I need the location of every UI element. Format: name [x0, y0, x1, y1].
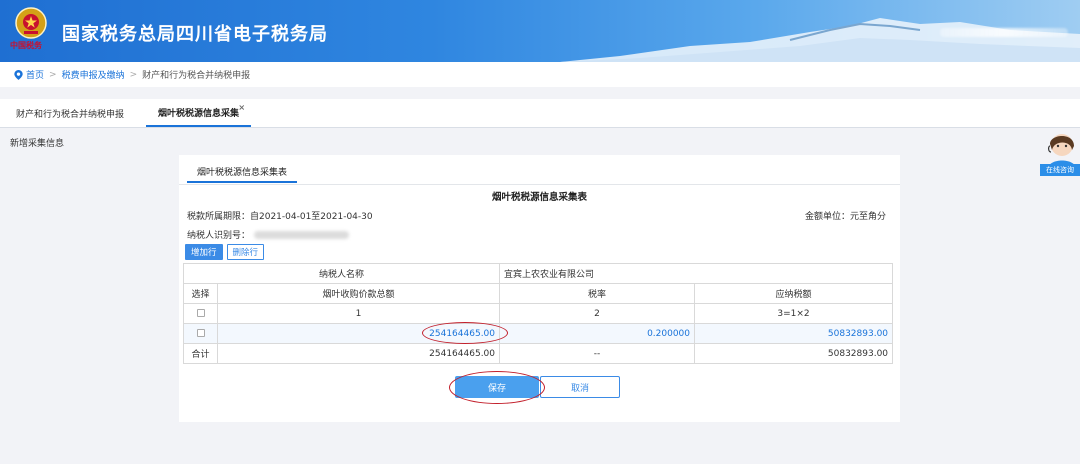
taxpayer-name-label: 纳税人名称	[182, 263, 501, 284]
total-amount: 254164465.00	[216, 343, 501, 364]
site-header: 中国税务 国家税务总局四川省电子税务局	[0, 0, 1080, 62]
total-label: 合计	[183, 343, 218, 364]
taxpayer-id-row: 纳税人识别号：	[187, 228, 350, 241]
form-title: 烟叶税税源信息采集表	[491, 192, 587, 203]
emblem-caption: 中国税务	[10, 40, 42, 50]
tax-payable-value: 50832893.00	[694, 323, 894, 344]
breadcrumb: 首页 > 税费申报及缴纳 > 财产和行为税合并纳税申报	[0, 62, 1080, 87]
cancel-button[interactable]: 取消	[540, 376, 620, 398]
tab-tobacco-tax-collection[interactable]: 烟叶税税源信息采集 ×	[146, 99, 252, 127]
total-rate: --	[499, 343, 696, 364]
index-row: 1 2 3=1×2	[183, 303, 894, 324]
form-panel: 烟叶税税源信息采集表 烟叶税税源信息采集表 税款所属期限：自2021-04-01…	[179, 155, 900, 422]
amount-unit: 金额单位：元至角分	[804, 212, 886, 222]
section-label: 新增采集信息	[10, 139, 65, 149]
row-checkbox-cell	[183, 323, 218, 344]
user-info-blurred	[940, 28, 1068, 37]
breadcrumb-level2: 财产和行为税合并纳税申报	[142, 71, 251, 81]
tab-property-behavior-tax[interactable]: 财产和行为税合并纳税申报	[16, 99, 124, 127]
checkbox[interactable]	[196, 309, 205, 317]
add-row-button[interactable]: 增加行	[185, 244, 223, 260]
table-row: 254164465.00 0.200000 50832893.00	[183, 323, 894, 344]
online-consult-label[interactable]: 在线咨询	[1040, 164, 1080, 176]
taxpayer-name-row: 纳税人名称 宜宾上农农业有限公司	[182, 263, 894, 284]
purchase-amount-input[interactable]: 254164465.00	[216, 323, 501, 344]
total-tax: 50832893.00	[694, 343, 894, 364]
index-col1: 1	[216, 303, 501, 324]
location-pin-icon	[14, 69, 23, 80]
row-actions: 增加行 删除行	[185, 244, 265, 260]
header-purchase-amount: 烟叶收购价款总额	[216, 283, 501, 304]
save-button[interactable]: 保存	[455, 376, 539, 398]
breadcrumb-home-label: 首页	[26, 71, 45, 81]
tax-period: 税款所属期限：自2021-04-01至2021-04-30	[187, 212, 373, 222]
tax-emblem-icon	[15, 7, 47, 39]
tab-label: 烟叶税税源信息采集	[158, 108, 240, 119]
breadcrumb-home[interactable]: 首页	[14, 68, 44, 81]
delete-row-button[interactable]: 删除行	[226, 244, 265, 260]
header-tax-payable: 应纳税额	[694, 283, 894, 304]
breadcrumb-separator: >	[129, 69, 138, 80]
taxpayer-id-blurred	[254, 230, 350, 239]
breadcrumb-level1[interactable]: 税费申报及缴纳	[62, 68, 125, 81]
tax-rate-value[interactable]: 0.200000	[499, 323, 696, 344]
index-col3: 3=1×2	[694, 303, 894, 324]
index-col2: 2	[499, 303, 696, 324]
taxpayer-id-label: 纳税人识别号：	[187, 231, 251, 241]
panel-tab-divider	[179, 184, 900, 185]
tab-label: 财产和行为税合并纳税申报	[16, 109, 125, 120]
index-checkbox-cell	[183, 303, 218, 324]
tobacco-tax-table: 纳税人名称 宜宾上农农业有限公司 选择 烟叶收购价款总额 税率 应纳税额 1 2…	[182, 263, 894, 364]
breadcrumb-separator: >	[49, 69, 57, 80]
total-row: 合计 254164465.00 -- 50832893.00	[183, 343, 894, 364]
panel-tab[interactable]: 烟叶税税源信息采集表	[187, 161, 298, 183]
great-wall-landscape	[560, 18, 1080, 62]
table-header-row: 选择 烟叶收购价款总额 税率 应纳税额	[183, 283, 894, 304]
checkbox[interactable]	[196, 329, 205, 337]
tab-close-icon[interactable]: ×	[238, 103, 245, 112]
tab-bar: 财产和行为税合并纳税申报 烟叶税税源信息采集 ×	[0, 99, 1080, 128]
taxpayer-name-value: 宜宾上农农业有限公司	[499, 263, 894, 284]
header-select: 选择	[183, 283, 218, 304]
header-tax-rate: 税率	[499, 283, 696, 304]
site-title: 国家税务总局四川省电子税务局	[62, 24, 328, 45]
